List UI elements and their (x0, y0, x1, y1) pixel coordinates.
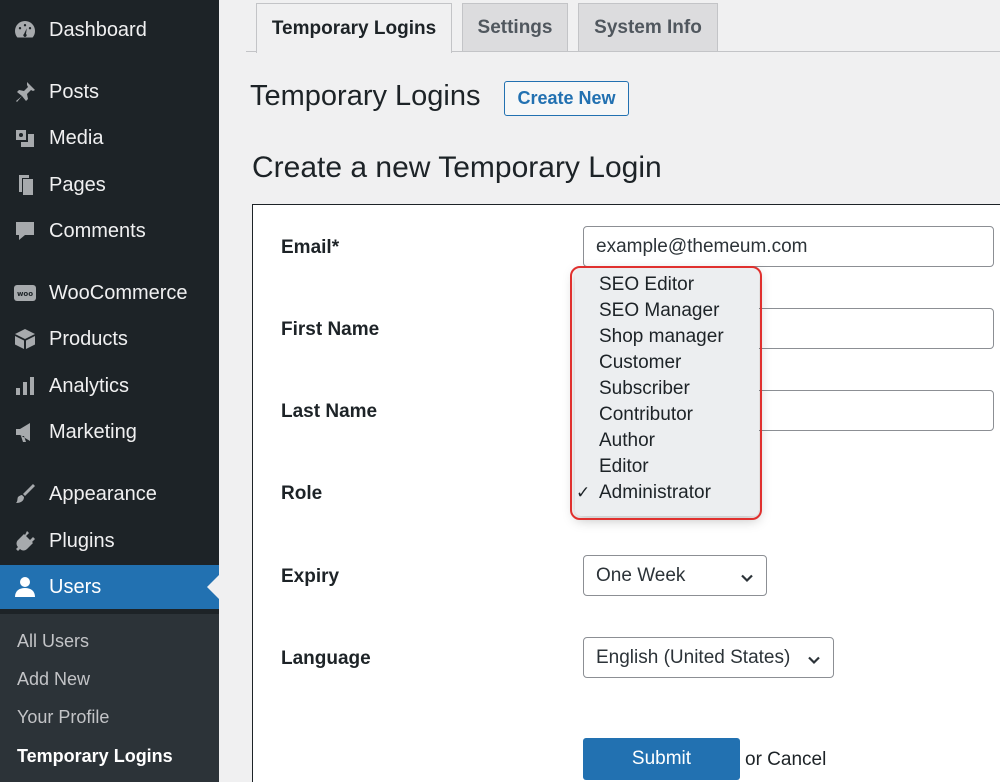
chevron-down-icon (740, 569, 754, 583)
menu-item-woocommerce[interactable]: woo WooCommerce (0, 271, 219, 315)
submit-button[interactable]: Submit (583, 738, 740, 780)
email-label: Email* (281, 237, 340, 258)
submenu-add-new[interactable]: Add New (17, 669, 90, 690)
current-menu-arrow (207, 575, 219, 599)
language-label: Language (281, 648, 371, 669)
brush-icon (12, 481, 38, 507)
menu-item-comments[interactable]: Comments (0, 209, 219, 253)
menu-item-media[interactable]: Media (0, 116, 219, 160)
submenu-temporary-logins[interactable]: Temporary Logins (17, 746, 173, 767)
section-title: Create a new Temporary Login (252, 151, 662, 184)
page-title: Temporary Logins (250, 80, 481, 112)
menu-item-users[interactable]: Users (0, 565, 219, 609)
submenu-all-users[interactable]: All Users (17, 631, 89, 652)
menu-item-posts[interactable]: Posts (0, 70, 219, 114)
dashboard-icon (12, 17, 38, 43)
menu-label: Appearance (49, 482, 157, 505)
expiry-value: One Week (596, 564, 686, 586)
role-label: Role (281, 483, 323, 504)
tab-temporary-logins[interactable]: Temporary Logins (256, 3, 452, 53)
expiry-label: Expiry (281, 566, 340, 587)
expiry-select[interactable]: One Week (583, 555, 767, 596)
pin-icon (12, 79, 38, 105)
menu-label: Products (49, 327, 128, 350)
menu-label: Users (49, 575, 102, 598)
woo-icon: woo (12, 280, 38, 306)
admin-sidebar: Dashboard Posts Media Pages Comments woo… (0, 0, 219, 782)
comment-icon (12, 218, 38, 244)
language-value: English (United States) (596, 646, 791, 668)
menu-label: Comments (49, 219, 146, 242)
megaphone-icon (12, 419, 38, 445)
email-field[interactable]: example@themeum.com (583, 226, 994, 267)
last-name-label: Last Name (281, 401, 378, 422)
user-icon (12, 574, 38, 600)
menu-item-analytics[interactable]: Analytics (0, 364, 219, 408)
menu-item-pages[interactable]: Pages (0, 163, 219, 207)
menu-item-marketing[interactable]: Marketing (0, 410, 219, 454)
svg-text:woo: woo (17, 290, 33, 298)
language-select[interactable]: English (United States) (583, 637, 834, 678)
menu-item-products[interactable]: Products (0, 317, 219, 361)
media-icon (12, 125, 38, 151)
box-icon (12, 326, 38, 352)
tab-system-info[interactable]: System Info (578, 3, 718, 51)
chevron-down-icon (807, 651, 821, 665)
pages-icon (12, 172, 38, 198)
users-submenu: All Users Add New Your Profile Temporary… (0, 614, 219, 782)
create-new-button[interactable]: Create New (504, 81, 629, 116)
menu-item-plugins[interactable]: Plugins (0, 519, 219, 563)
menu-label: Plugins (49, 529, 115, 552)
menu-label: Pages (49, 173, 106, 196)
tab-settings[interactable]: Settings (462, 3, 568, 51)
submenu-your-profile[interactable]: Your Profile (17, 707, 109, 728)
highlight-annotation (570, 266, 762, 520)
menu-label: Marketing (49, 420, 137, 443)
menu-item-appearance[interactable]: Appearance (0, 472, 219, 516)
first-name-label: First Name (281, 319, 380, 340)
menu-label: Dashboard (49, 18, 147, 41)
menu-label: Media (49, 126, 104, 149)
menu-label: Analytics (49, 374, 130, 397)
plug-icon (12, 528, 38, 554)
menu-label: Posts (49, 80, 100, 103)
menu-item-dashboard[interactable]: Dashboard (0, 8, 219, 52)
bar-chart-icon (12, 373, 38, 399)
cancel-link[interactable]: or Cancel (745, 749, 826, 771)
menu-label: WooCommerce (49, 281, 188, 304)
